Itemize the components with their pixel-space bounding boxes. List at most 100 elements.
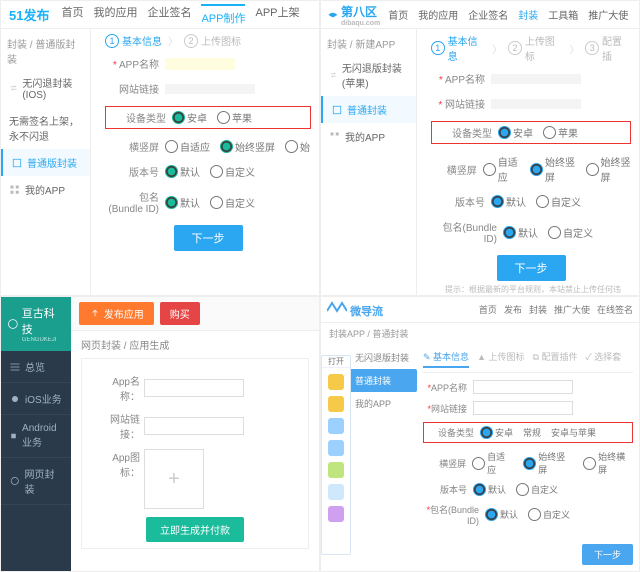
radio-bundle-default[interactable]: 默认	[503, 225, 538, 240]
sidebar-ios[interactable]: iOS业务	[1, 383, 71, 415]
nav-myapp[interactable]: 我的应用	[93, 4, 137, 26]
sidebar-webpack[interactable]: 网页封装	[1, 458, 71, 505]
icon-upload[interactable]: +	[144, 449, 204, 509]
radio-ver-default[interactable]: 默认	[473, 483, 506, 496]
panel-gengu: 亘古科技GENGUKEJI 总览 iOS业务 Android业务 网页封装 发布…	[0, 296, 320, 572]
folder-icon[interactable]	[328, 396, 344, 412]
sidebar-myapp[interactable]: 我的APP	[321, 123, 416, 150]
file-icon[interactable]	[328, 418, 344, 434]
nav-publish[interactable]: 发布	[504, 303, 522, 316]
sidebar-normal[interactable]: 普通版封装	[1, 149, 90, 176]
menu-icon	[9, 361, 21, 373]
radio-bundle-custom[interactable]: 自定义	[528, 508, 570, 521]
sidebar-normal[interactable]: 普通封装	[349, 369, 417, 392]
device-type-row: 设备类型 安卓 苹果	[105, 106, 311, 129]
next-button[interactable]: 下一步	[497, 255, 566, 281]
next-button[interactable]: 下一步	[582, 544, 633, 565]
step-1[interactable]: 1基本信息	[431, 33, 486, 63]
url-value[interactable]	[491, 99, 581, 109]
step-1[interactable]: 1基本信息	[105, 33, 162, 48]
appname-value[interactable]	[491, 74, 581, 84]
radio-auto[interactable]: 自适应	[165, 139, 210, 154]
step-3[interactable]: ⧉ 配置插件	[533, 350, 578, 368]
buy-button[interactable]: 购买	[160, 302, 200, 325]
label-url: *网站链接	[423, 402, 473, 415]
radio-apple[interactable]: 苹果	[217, 110, 252, 125]
radio-bundle-default[interactable]: 默认	[165, 195, 200, 210]
step-3[interactable]: 3配置插	[585, 33, 631, 63]
nav-home[interactable]: 首页	[388, 7, 408, 22]
radio-both[interactable]: 安卓与苹果	[551, 426, 596, 439]
nav-pack[interactable]: 封装	[529, 303, 547, 316]
submit-button[interactable]: 立即生成并付款	[146, 517, 244, 542]
radio-landscape[interactable]: 始终横屏	[583, 450, 633, 476]
nav-tools[interactable]: 工具箱	[548, 7, 578, 22]
bird-icon	[327, 9, 339, 21]
radio-portrait[interactable]: 始终竖屏	[530, 154, 576, 184]
radio-portrait[interactable]: 始终竖屏	[220, 139, 275, 154]
name-input[interactable]	[473, 380, 573, 394]
sidebar-myapp[interactable]: 我的APP	[1, 176, 90, 203]
nav-pack[interactable]: 封装	[518, 7, 538, 22]
sidebar-normal[interactable]: 普通封装	[321, 96, 416, 123]
step-4[interactable]: ✓ 选择套	[585, 350, 621, 368]
sidebar-ios[interactable]: 无闪退版封装	[349, 346, 417, 369]
radio-apple[interactable]: 苹果	[543, 125, 578, 140]
radio-ver-custom[interactable]: 自定义	[210, 164, 255, 179]
radio-android[interactable]: 安卓	[498, 125, 533, 140]
image-icon[interactable]	[328, 462, 344, 478]
apple-icon	[9, 393, 21, 405]
top-nav: 首页 发布 封装 推广大使 在线签名	[479, 303, 633, 316]
nav-appmake[interactable]: APP制作	[201, 4, 245, 26]
top-nav: 首页 我的应用 企业签名 APP制作 APP上架	[61, 4, 299, 26]
folder-icon[interactable]	[328, 374, 344, 390]
step-2[interactable]: ▲ 上传图标	[477, 350, 524, 368]
appname-value[interactable]	[165, 58, 235, 70]
name-input[interactable]	[144, 379, 244, 397]
url-input[interactable]	[144, 417, 244, 435]
radio-auto[interactable]: 自适应	[472, 450, 513, 476]
cloud-icon[interactable]	[328, 484, 344, 500]
radio-normal[interactable]: 常规	[523, 426, 541, 439]
radio-landscape[interactable]: 始终竖屏	[586, 154, 632, 184]
radio-ver-default[interactable]: 默认	[491, 194, 526, 209]
sidebar-android[interactable]: Android业务	[1, 415, 71, 458]
label-url: 网站链接：	[94, 411, 144, 441]
file-icon[interactable]	[328, 440, 344, 456]
sidebar-myapp[interactable]: 我的APP	[349, 392, 417, 415]
url-value[interactable]	[165, 84, 255, 94]
nav-home[interactable]: 首页	[61, 4, 83, 26]
radio-android[interactable]: 安卓	[480, 426, 513, 439]
radio-auto[interactable]: 自适应	[483, 154, 520, 184]
nav-sign[interactable]: 企业签名	[468, 7, 508, 22]
radio-bundle-custom[interactable]: 自定义	[210, 195, 255, 210]
sidebar: 封装 / 普通版封装 无闪退封装 (IOS) 无需签名上架，永不闪退 普通版封装…	[1, 29, 91, 295]
nav-publish[interactable]: APP上架	[255, 4, 299, 26]
nav-promo[interactable]: 推广大使	[588, 7, 628, 22]
nav-sign[interactable]: 在线签名	[597, 303, 633, 316]
url-input[interactable]	[473, 401, 573, 415]
radio-portrait[interactable]: 始终竖屏	[523, 450, 573, 476]
radio-ver-custom[interactable]: 自定义	[536, 194, 581, 209]
nav-promo[interactable]: 推广大使	[554, 303, 590, 316]
g-icon	[7, 318, 19, 330]
radio-ver-default[interactable]: 默认	[165, 164, 200, 179]
nav-myapp[interactable]: 我的应用	[418, 7, 458, 22]
publish-button[interactable]: 发布应用	[79, 302, 154, 325]
radio-bundle-default[interactable]: 默认	[485, 508, 518, 521]
radio-ver-custom[interactable]: 自定义	[516, 483, 558, 496]
sidebar-ios[interactable]: 无闪退版封装 (苹果)	[321, 54, 416, 96]
radio-bundle-custom[interactable]: 自定义	[548, 225, 593, 240]
step-1[interactable]: ✎ 基本信息	[423, 350, 469, 368]
nav-home[interactable]: 首页	[479, 303, 497, 316]
port-icon[interactable]	[328, 506, 344, 522]
step-2[interactable]: 2上传图标	[508, 33, 563, 63]
nav-sign[interactable]: 企业签名	[147, 4, 191, 26]
sidebar-overview[interactable]: 总览	[1, 351, 71, 383]
radio-begin[interactable]: 始	[285, 139, 310, 154]
step-bar: 1基本信息 〉 2上传图标 〉 3配置插	[431, 33, 631, 63]
next-button[interactable]: 下一步	[174, 225, 243, 251]
radio-android[interactable]: 安卓	[172, 110, 207, 125]
sidebar-ios[interactable]: 无闪退封装 (IOS)	[1, 69, 90, 107]
step-2[interactable]: 2上传图标	[184, 33, 241, 48]
